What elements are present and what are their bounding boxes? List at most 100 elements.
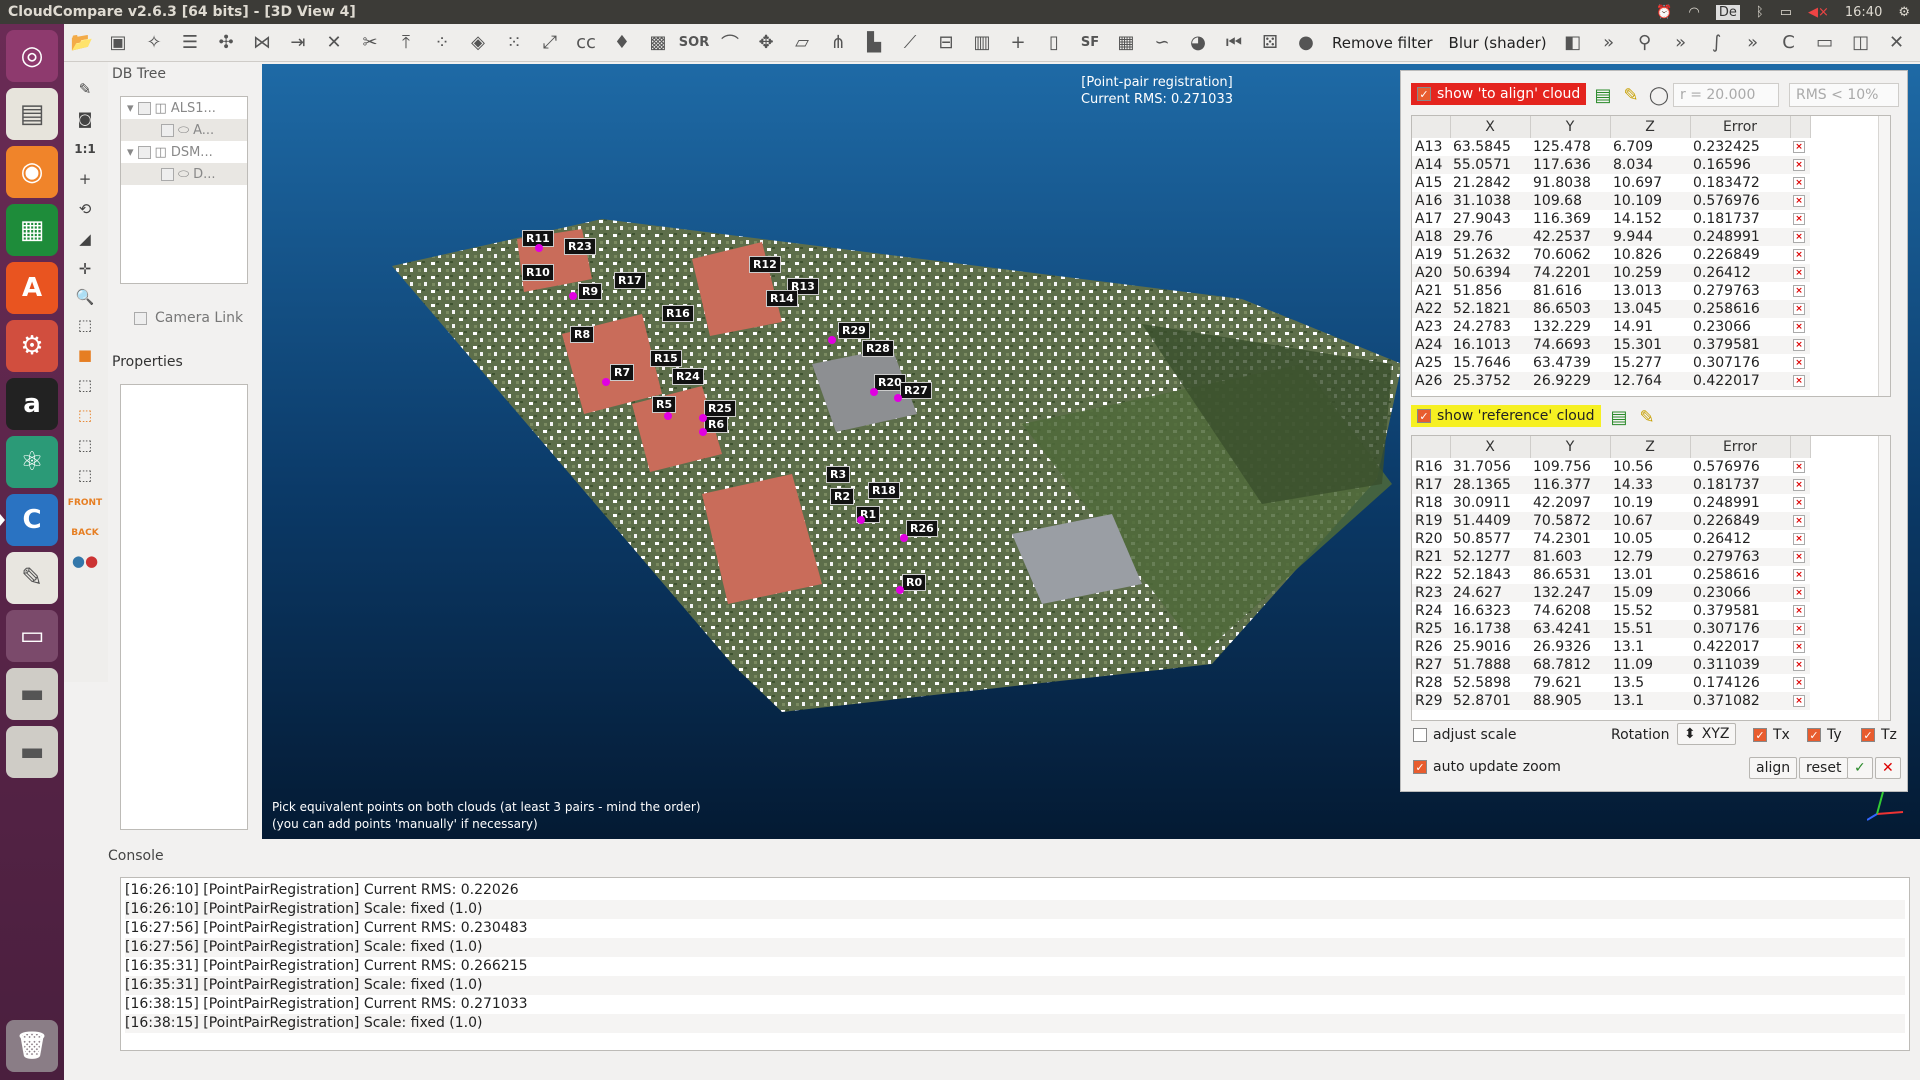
- view-back-icon[interactable]: BACK: [71, 520, 98, 546]
- table-cell[interactable]: 31.7056: [1450, 458, 1530, 476]
- spreadsheet-icon[interactable]: ▦: [6, 204, 58, 256]
- power-gear-icon[interactable]: ⚙: [1898, 5, 1910, 20]
- delete-point-icon[interactable]: ×: [1793, 249, 1805, 261]
- ubuntu-dash-icon[interactable]: ◎: [6, 30, 58, 82]
- table-cell[interactable]: 12.764: [1610, 372, 1690, 390]
- point-id-cell[interactable]: R26: [1412, 638, 1450, 656]
- table-cell[interactable]: 0.183472: [1690, 174, 1790, 192]
- show-reference-toggle[interactable]: ✓ show 'reference' cloud: [1411, 405, 1601, 427]
- table-cell[interactable]: 0.26412: [1690, 264, 1790, 282]
- table-cell[interactable]: 0.181737: [1690, 210, 1790, 228]
- table-cell[interactable]: 10.05: [1610, 530, 1690, 548]
- software-center-icon[interactable]: A: [6, 262, 58, 314]
- histogram-icon[interactable]: ▙: [860, 29, 888, 57]
- table-row[interactable]: R26 25.9016 26.9326 13.1 0.422017 ×: [1412, 638, 1810, 656]
- battery-icon[interactable]: ▭: [1780, 5, 1792, 20]
- table-row[interactable]: R17 28.1365 116.377 14.33 0.181737 ×: [1412, 476, 1810, 494]
- table-cell[interactable]: 86.6503: [1530, 300, 1610, 318]
- table-cell[interactable]: 52.5898: [1450, 674, 1530, 692]
- swirl-icon[interactable]: ∽: [1148, 29, 1176, 57]
- delete-point-icon[interactable]: ×: [1793, 267, 1805, 279]
- table-cell[interactable]: 74.2301: [1530, 530, 1610, 548]
- table-cell[interactable]: 52.8701: [1450, 692, 1530, 710]
- table-cell[interactable]: 0.371082: [1690, 692, 1790, 710]
- column-header[interactable]: Y: [1530, 116, 1611, 138]
- table-cell[interactable]: 30.0911: [1450, 494, 1530, 512]
- table-cell[interactable]: 132.247: [1530, 584, 1610, 602]
- point-id-cell[interactable]: A22: [1412, 300, 1450, 318]
- point-label[interactable]: R14: [766, 290, 798, 307]
- table-row[interactable]: A23 24.2783 132.229 14.91 0.23066 ×: [1412, 318, 1810, 336]
- table-cell[interactable]: 15.52: [1610, 602, 1690, 620]
- checker-icon[interactable]: ▩: [644, 29, 672, 57]
- table-cell[interactable]: 15.277: [1610, 354, 1690, 372]
- table-cell[interactable]: 74.2201: [1530, 264, 1610, 282]
- point-marker[interactable]: [664, 412, 672, 420]
- table-row[interactable]: A17 27.9043 116.369 14.152 0.181737 ×: [1412, 210, 1810, 228]
- mesh-icon[interactable]: ◈: [464, 29, 492, 57]
- sphere-toggle-icon[interactable]: ◯: [1645, 81, 1673, 109]
- translate-icon[interactable]: ⤒: [392, 29, 420, 57]
- atom-icon[interactable]: ⚛: [6, 436, 58, 488]
- table-row[interactable]: R19 51.4409 70.5872 10.67 0.226849 ×: [1412, 512, 1810, 530]
- overflow-chevron-3-icon[interactable]: »: [1739, 29, 1767, 57]
- table-cell[interactable]: 0.16596: [1690, 156, 1790, 174]
- sphere-icon[interactable]: ●: [1292, 29, 1320, 57]
- view-front-cube-icon[interactable]: ■: [72, 342, 98, 368]
- view-bottom-icon[interactable]: ⬚: [72, 462, 98, 488]
- sample-icon[interactable]: ✣: [212, 29, 240, 57]
- table-cell[interactable]: 109.68: [1530, 192, 1610, 210]
- delete-point-icon[interactable]: ×: [1793, 587, 1805, 599]
- film-icon[interactable]: ▦: [1112, 29, 1140, 57]
- table-cell[interactable]: 109.756: [1530, 458, 1610, 476]
- table-row[interactable]: R22 52.1843 86.6531 13.01 0.258616 ×: [1412, 566, 1810, 584]
- table-cell[interactable]: 0.422017: [1690, 638, 1790, 656]
- perspective-icon[interactable]: ◢: [72, 226, 98, 252]
- column-header[interactable]: X: [1450, 436, 1531, 458]
- point-id-cell[interactable]: R20: [1412, 530, 1450, 548]
- delete-point-icon[interactable]: ×: [1793, 159, 1805, 171]
- table-row[interactable]: R21 52.1277 81.603 12.79 0.279763 ×: [1412, 548, 1810, 566]
- delete-point-icon[interactable]: ×: [1793, 321, 1805, 333]
- point-marker[interactable]: [870, 388, 878, 396]
- reference-points-list-icon[interactable]: ▤: [1605, 403, 1633, 431]
- table-cell[interactable]: 125.478: [1530, 138, 1610, 156]
- delete-point-icon[interactable]: ×: [1793, 515, 1805, 527]
- column-header[interactable]: Z: [1610, 116, 1691, 138]
- point-id-cell[interactable]: R22: [1412, 566, 1450, 584]
- cloudcompare-icon[interactable]: C: [0, 494, 58, 546]
- move-icon[interactable]: ✥: [752, 29, 780, 57]
- point-marker[interactable]: [569, 292, 577, 300]
- view-front-icon[interactable]: FRONT: [68, 490, 102, 516]
- table-cell[interactable]: 13.013: [1610, 282, 1690, 300]
- table-cell[interactable]: 0.23066: [1690, 318, 1790, 336]
- table-cell[interactable]: 132.229: [1530, 318, 1610, 336]
- point-id-cell[interactable]: R19: [1412, 512, 1450, 530]
- align-icon[interactable]: ⇥: [284, 29, 312, 57]
- subsample-icon[interactable]: ⁘: [428, 29, 456, 57]
- point-id-cell[interactable]: A23: [1412, 318, 1450, 336]
- kd-icon[interactable]: ⚲: [1631, 29, 1659, 57]
- delete-point-icon[interactable]: ×: [1793, 375, 1805, 387]
- table-row[interactable]: A26 25.3752 26.9229 12.764 0.422017 ×: [1412, 372, 1810, 390]
- table-row[interactable]: A24 16.1013 74.6693 15.301 0.379581 ×: [1412, 336, 1810, 354]
- reference-table-scrollbar[interactable]: [1878, 436, 1890, 720]
- point-id-cell[interactable]: R28: [1412, 674, 1450, 692]
- point-marker[interactable]: [900, 534, 908, 542]
- point-label[interactable]: R24: [672, 368, 704, 385]
- view-iso-icon[interactable]: ⬚: [72, 312, 98, 338]
- rms-threshold-input[interactable]: RMS < 10%: [1789, 83, 1899, 107]
- table-cell[interactable]: 27.9043: [1450, 210, 1530, 228]
- table-cell[interactable]: 88.905: [1530, 692, 1610, 710]
- point-label[interactable]: R5: [652, 396, 677, 413]
- align-button[interactable]: align: [1749, 757, 1798, 779]
- table-cell[interactable]: 25.3752: [1450, 372, 1530, 390]
- point-id-cell[interactable]: R17: [1412, 476, 1450, 494]
- table-cell[interactable]: 16.6323: [1450, 602, 1530, 620]
- point-id-cell[interactable]: A19: [1412, 246, 1450, 264]
- table-cell[interactable]: 42.2097: [1530, 494, 1610, 512]
- point-marker[interactable]: [535, 244, 543, 252]
- remove-filter-button[interactable]: Remove filter: [1324, 34, 1441, 52]
- table-cell[interactable]: 13.045: [1610, 300, 1690, 318]
- table-cell[interactable]: 16.1013: [1450, 336, 1530, 354]
